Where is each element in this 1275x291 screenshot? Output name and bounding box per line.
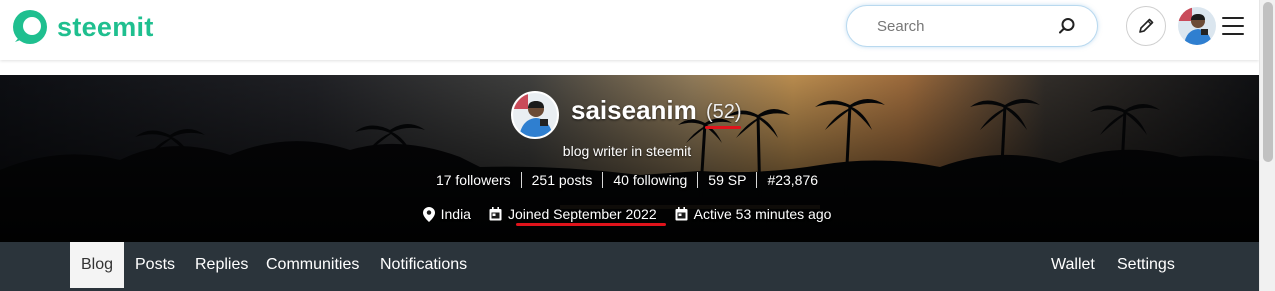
scrollbar-thumb[interactable] [1263,2,1273,162]
user-avatar[interactable] [1178,7,1216,45]
tab-blog[interactable]: Blog [70,242,124,288]
search-box [846,5,1098,47]
search-input[interactable] [877,16,1047,36]
logo-text: steemit [57,11,154,42]
submit-post-button[interactable] [1126,6,1166,46]
location-pin-icon [422,206,435,222]
posts-count: 251 posts [520,172,603,188]
location-text: India [440,206,471,222]
rank: #23,876 [756,172,828,188]
profile-username: saiseanim [571,95,697,125]
profile-about: blog writer in steemit [562,143,692,159]
page-scrollbar[interactable] [1259,0,1275,291]
steemit-logo-icon [13,10,47,44]
location: India [422,206,471,222]
profile-meta: India Joined September 2022 Active 53 mi… [0,206,1254,222]
tab-posts[interactable]: Posts [135,242,175,288]
calendar-icon [675,207,688,221]
calendar-icon [489,207,502,221]
followers-count[interactable]: 17 followers [426,172,521,188]
pencil-icon [1139,18,1154,33]
tab-replies[interactable]: Replies [195,242,248,288]
tab-notifications[interactable]: Notifications [380,242,467,288]
reputation-highlight-underline [705,126,741,129]
menu-icon[interactable] [1222,17,1244,35]
top-header: steemit [0,0,1259,60]
joined-highlight-underline [516,223,666,226]
tab-settings[interactable]: Settings [1117,242,1175,288]
profile-stats: 17 followers 251 posts 40 following 59 S… [0,172,1254,188]
joined-text: Joined September 2022 [507,206,657,222]
steemit-logo[interactable]: steemit [10,8,154,46]
joined-date: Joined September 2022 [489,206,657,222]
tab-wallet[interactable]: Wallet [1051,242,1095,288]
avatar-photo-icon [1178,7,1216,45]
active-text: Active 53 minutes ago [693,206,832,222]
profile-cover: saiseanim (52) blog writer in steemit 17… [0,75,1259,242]
search-icon[interactable] [1058,17,1076,35]
profile-nav-bar: Blog Posts Replies Communities Notificat… [0,242,1259,291]
reputation-score: (52) [706,101,742,123]
tab-communities[interactable]: Communities [266,242,359,288]
profile-avatar[interactable] [511,91,559,139]
profile-photo-icon [513,93,557,137]
last-active: Active 53 minutes ago [675,206,832,222]
steem-power: 59 SP [697,172,756,188]
following-count[interactable]: 40 following [602,172,697,188]
